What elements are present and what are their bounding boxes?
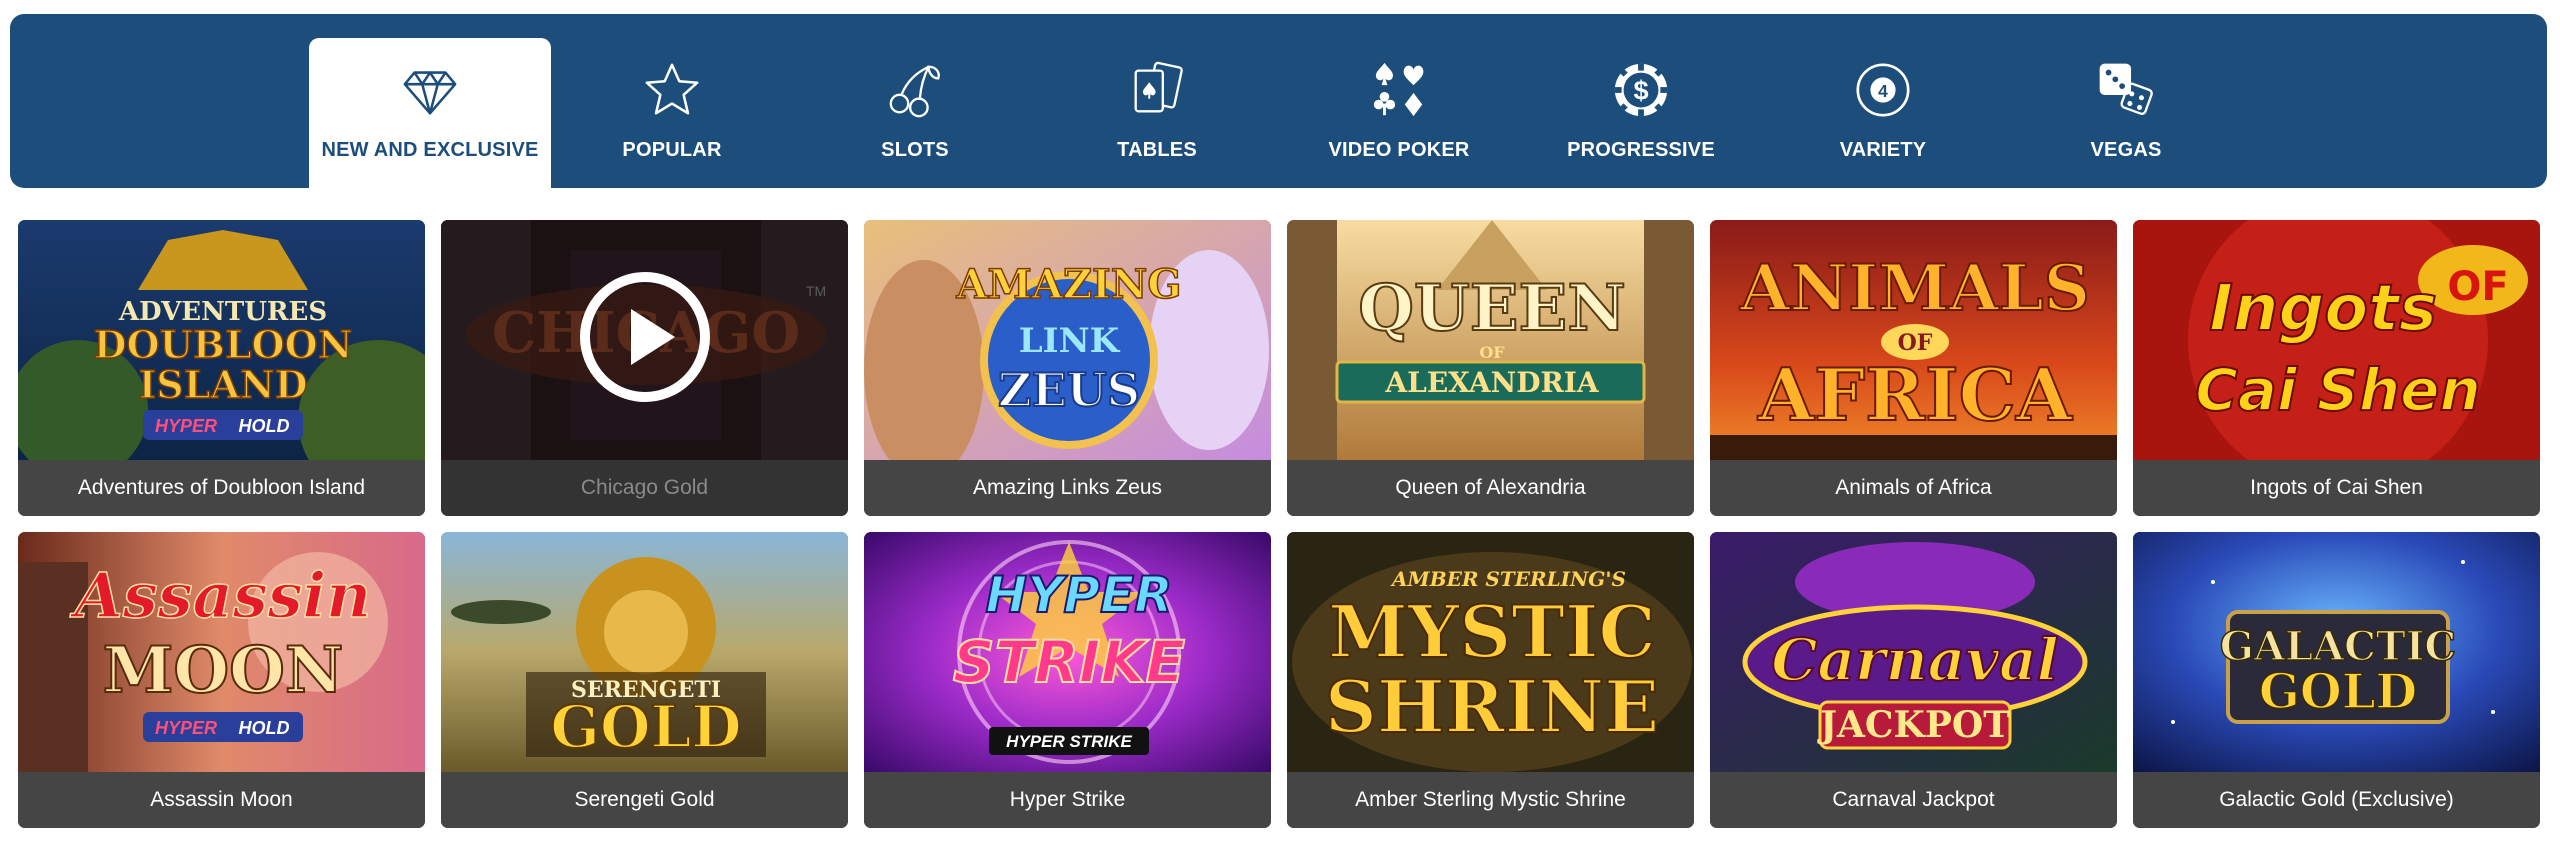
art-text: LINK (1019, 321, 1121, 361)
tab-slots[interactable]: SLOTS (794, 38, 1036, 188)
game-thumbnail: AMBER STERLING'S MYSTIC SHRINE (1287, 532, 1694, 772)
playing-cards-icon (1125, 58, 1189, 122)
art-text: ALEXANDRIA (1384, 366, 1599, 399)
casino-chip-dollar-icon: $ (1609, 58, 1673, 122)
game-title[interactable]: Assassin Moon (18, 772, 425, 828)
art-text: ISLAND (138, 362, 307, 407)
art-text: Carnaval (1771, 626, 2058, 694)
art-text: OF (2447, 264, 2508, 310)
svg-text:$: $ (1633, 75, 1648, 106)
svg-text:4: 4 (1878, 81, 1888, 101)
game-tile-chicago-gold[interactable]: CHICAGO TM Chicago Gold (441, 220, 848, 516)
art-text: JACKPOT (1817, 704, 2010, 746)
art-text: HYPER STRIKE (1006, 732, 1132, 751)
art-text: ANIMALS (1739, 251, 2090, 326)
tab-variety[interactable]: 4 VARIETY (1762, 38, 2004, 188)
art-text: HYPER (155, 416, 217, 436)
game-title[interactable]: Animals of Africa (1710, 460, 2117, 516)
art-text: QUEEN (1358, 271, 1626, 346)
tab-new-and-exclusive[interactable]: NEW AND EXCLUSIVE (309, 38, 551, 188)
tab-popular[interactable]: POPULAR (551, 38, 793, 188)
game-thumbnail: ADVENTURES DOUBLOON ISLAND HYPER HOLD (18, 220, 425, 460)
game-title[interactable]: Amber Sterling Mystic Shrine (1287, 772, 1694, 828)
game-thumbnail: GALACTIC GOLD (2133, 532, 2540, 772)
game-tile-amazing-links-zeus[interactable]: AMAZING LINK ZEUS Amazing Links Zeus (864, 220, 1271, 516)
art-text: GOLD (2259, 664, 2417, 720)
game-title[interactable]: Serengeti Gold (441, 772, 848, 828)
game-title[interactable]: Adventures of Doubloon Island (18, 460, 425, 516)
tab-progressive[interactable]: $ PROGRESSIVE (1520, 38, 1762, 188)
cherries-icon (883, 58, 947, 122)
dice-icon (2094, 58, 2158, 122)
art-text: OF (1479, 343, 1505, 362)
star-icon (640, 58, 704, 122)
art-text: HYPER (985, 566, 1172, 624)
game-tile-doubloon-island[interactable]: ADVENTURES DOUBLOON ISLAND HYPER HOLD Ad… (18, 220, 425, 516)
game-thumbnail: Carnaval JACKPOT (1710, 532, 2117, 772)
game-tile-hyper-strike[interactable]: HYPER STRIKE HYPER STRIKE Hyper Strike (864, 532, 1271, 828)
art-text: HOLD (239, 718, 290, 738)
game-title[interactable]: Chicago Gold (441, 460, 848, 516)
card-suits-icon (1367, 58, 1431, 122)
art-text: AFRICA (1757, 352, 2073, 437)
play-icon[interactable] (579, 271, 711, 403)
art-text: GALACTIC (2220, 623, 2457, 670)
game-thumbnail: ANIMALS OF AFRICA (1710, 220, 2117, 460)
game-tile-ingots-of-cai-shen[interactable]: Ingots OF Cai Shen Ingots of Cai Shen (2133, 220, 2540, 516)
game-thumbnail: AMAZING LINK ZEUS (864, 220, 1271, 460)
art-text: HYPER (155, 718, 217, 738)
game-tile-serengeti-gold[interactable]: SERENGETI GOLD Serengeti Gold (441, 532, 848, 828)
game-thumbnail: HYPER STRIKE HYPER STRIKE (864, 532, 1271, 772)
art-text: HOLD (239, 416, 290, 436)
game-tile-mystic-shrine[interactable]: AMBER STERLING'S MYSTIC SHRINE Amber Ste… (1287, 532, 1694, 828)
game-tile-queen-of-alexandria[interactable]: QUEEN OF ALEXANDRIA Queen of Alexandria (1287, 220, 1694, 516)
game-thumbnail: Assassin MOON HYPER HOLD (18, 532, 425, 772)
tab-vegas[interactable]: VEGAS (2005, 38, 2247, 188)
game-title[interactable]: Amazing Links Zeus (864, 460, 1271, 516)
diamond-icon (398, 58, 462, 122)
art-text: MOON (103, 633, 344, 708)
art-text: SHRINE (1325, 664, 1659, 749)
game-tile-assassin-moon[interactable]: Assassin MOON HYPER HOLD Assassin Moon (18, 532, 425, 828)
game-thumbnail: Ingots OF Cai Shen (2133, 220, 2540, 460)
art-text: ZEUS (998, 363, 1140, 417)
game-thumbnail: QUEEN OF ALEXANDRIA (1287, 220, 1694, 460)
tab-label: VARIETY (1839, 139, 1927, 161)
art-text: Cai Shen (2195, 356, 2480, 424)
tab-label: TABLES (1117, 139, 1197, 161)
art-text: GOLD (550, 693, 741, 761)
category-nav: NEW AND EXCLUSIVE POPULAR SLOTS TABLES V… (10, 14, 2547, 188)
art-text: AMAZING (956, 261, 1182, 308)
game-tile-galactic-gold[interactable]: GALACTIC GOLD Galactic Gold (Exclusive) (2133, 532, 2540, 828)
tab-label: SLOTS (881, 139, 949, 161)
game-title[interactable]: Carnaval Jackpot (1710, 772, 2117, 828)
game-thumbnail: SERENGETI GOLD (441, 532, 848, 772)
art-text: DOUBLOON (94, 322, 353, 367)
game-tile-animals-of-africa[interactable]: ANIMALS OF AFRICA Animals of Africa (1710, 220, 2117, 516)
game-title[interactable]: Queen of Alexandria (1287, 460, 1694, 516)
tab-tables[interactable]: TABLES (1036, 38, 1278, 188)
art-text: STRIKE (953, 628, 1185, 696)
game-title[interactable]: Ingots of Cai Shen (2133, 460, 2540, 516)
tab-label: POPULAR (622, 139, 722, 161)
tab-label: VIDEO POKER (1328, 139, 1470, 161)
pool-ball-4-icon: 4 (1851, 58, 1915, 122)
game-tile-carnaval-jackpot[interactable]: Carnaval JACKPOT Carnaval Jackpot (1710, 532, 2117, 828)
tab-label: PROGRESSIVE (1567, 139, 1715, 161)
art-text: AMBER STERLING'S (1390, 567, 1626, 591)
tab-video-poker[interactable]: VIDEO POKER (1278, 38, 1520, 188)
tab-label: VEGAS (2090, 139, 2162, 161)
art-text: Ingots (2209, 272, 2437, 346)
tab-label: NEW AND EXCLUSIVE (321, 139, 539, 161)
game-title[interactable]: Galactic Gold (Exclusive) (2133, 772, 2540, 828)
game-title[interactable]: Hyper Strike (864, 772, 1271, 828)
art-text: MYSTIC (1328, 589, 1656, 674)
art-text: Assassin (70, 559, 372, 632)
